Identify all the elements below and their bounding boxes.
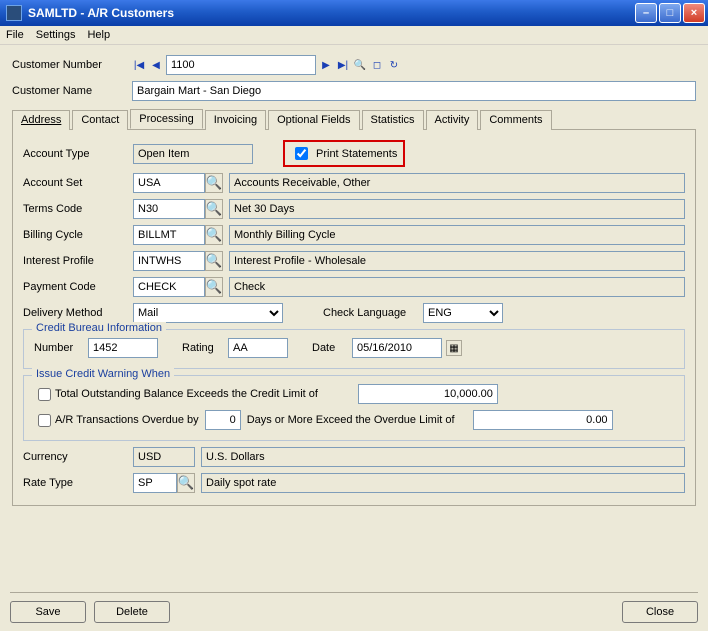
nav-first-icon[interactable]: |◀ (132, 58, 146, 72)
tab-activity[interactable]: Activity (426, 110, 479, 130)
print-statements-label: Print Statements (316, 148, 397, 160)
account-set-input[interactable] (133, 173, 205, 193)
tab-optional-fields[interactable]: Optional Fields (268, 110, 359, 130)
menu-settings[interactable]: Settings (36, 29, 76, 41)
overdue-limit-input[interactable] (473, 410, 613, 430)
customer-number-label: Customer Number (12, 59, 132, 71)
rate-type-desc (201, 473, 685, 493)
customer-name-input[interactable] (132, 81, 696, 101)
refresh-icon[interactable]: ↻ (387, 58, 401, 72)
close-window-button[interactable]: × (683, 3, 705, 23)
check-language-select[interactable]: ENG (423, 303, 503, 323)
print-statements-checkbox[interactable] (295, 147, 308, 160)
balance-exceeds-label: Total Outstanding Balance Exceeds the Cr… (55, 388, 318, 400)
check-language-label: Check Language (323, 307, 423, 319)
overdue-checkbox[interactable] (38, 414, 51, 427)
print-statements-highlight: Print Statements (283, 140, 405, 167)
tab-processing[interactable]: Processing (130, 109, 202, 129)
currency-desc (201, 447, 685, 467)
payment-code-desc (229, 277, 685, 297)
bureau-number-label: Number (34, 342, 88, 354)
save-button[interactable]: Save (10, 601, 86, 623)
terms-code-input[interactable] (133, 199, 205, 219)
credit-bureau-group: Credit Bureau Information Number Rating … (23, 329, 685, 369)
interest-profile-desc (229, 251, 685, 271)
rate-type-label: Rate Type (23, 477, 133, 489)
terms-code-finder-icon[interactable]: 🔍 (205, 199, 223, 219)
customer-name-label: Customer Name (12, 85, 132, 97)
tab-contact[interactable]: Contact (72, 110, 128, 130)
terms-code-label: Terms Code (23, 203, 133, 215)
calendar-icon[interactable]: ▦ (446, 340, 462, 356)
credit-warning-legend: Issue Credit Warning When (32, 368, 174, 380)
payment-code-input[interactable] (133, 277, 205, 297)
account-type-label: Account Type (23, 148, 133, 160)
delete-button[interactable]: Delete (94, 601, 170, 623)
overdue-suffix-label: Days or More Exceed the Overdue Limit of (247, 414, 455, 426)
menu-help[interactable]: Help (87, 29, 110, 41)
bureau-date-input[interactable] (352, 338, 442, 358)
bureau-number-input[interactable] (88, 338, 158, 358)
tab-address[interactable]: Address (12, 110, 70, 130)
currency-label: Currency (23, 451, 133, 463)
payment-code-label: Payment Code (23, 281, 133, 293)
app-icon (6, 5, 22, 21)
customer-name-row: Customer Name (12, 81, 696, 101)
payment-code-finder-icon[interactable]: 🔍 (205, 277, 223, 297)
delivery-method-select[interactable]: Mail (133, 303, 283, 323)
terms-code-desc (229, 199, 685, 219)
processing-page: Account Type Print Statements Account Se… (12, 130, 696, 506)
account-set-finder-icon[interactable]: 🔍 (205, 173, 223, 193)
rate-type-input[interactable] (133, 473, 177, 493)
account-set-desc (229, 173, 685, 193)
account-set-label: Account Set (23, 177, 133, 189)
credit-warning-group: Issue Credit Warning When Total Outstand… (23, 375, 685, 441)
customer-number-row: Customer Number |◀ ◀ ▶ ▶| 🔍 ◻ ↻ (12, 55, 696, 75)
minimize-button[interactable]: – (635, 3, 657, 23)
overdue-prefix-label: A/R Transactions Overdue by (55, 414, 199, 426)
client-area: Customer Number |◀ ◀ ▶ ▶| 🔍 ◻ ↻ Customer… (0, 45, 708, 631)
bureau-date-label: Date (312, 342, 352, 354)
billing-cycle-finder-icon[interactable]: 🔍 (205, 225, 223, 245)
bureau-rating-label: Rating (182, 342, 228, 354)
nav-next-icon[interactable]: ▶ (319, 58, 333, 72)
title-bar: SAMLTD - A/R Customers – □ × (0, 0, 708, 26)
balance-exceeds-checkbox[interactable] (38, 388, 51, 401)
new-icon[interactable]: ◻ (370, 58, 384, 72)
billing-cycle-desc (229, 225, 685, 245)
button-bar: Save Delete Close (10, 592, 698, 623)
billing-cycle-input[interactable] (133, 225, 205, 245)
currency-input (133, 447, 195, 467)
nav-prev-icon[interactable]: ◀ (149, 58, 163, 72)
window-title: SAMLTD - A/R Customers (28, 6, 635, 20)
interest-profile-input[interactable] (133, 251, 205, 271)
menu-file[interactable]: File (6, 29, 24, 41)
rate-type-finder-icon[interactable]: 🔍 (177, 473, 195, 493)
delivery-method-label: Delivery Method (23, 307, 133, 319)
nav-last-icon[interactable]: ▶| (336, 58, 350, 72)
tab-strip: Address Contact Processing Invoicing Opt… (12, 109, 696, 130)
maximize-button[interactable]: □ (659, 3, 681, 23)
billing-cycle-label: Billing Cycle (23, 229, 133, 241)
customer-number-input[interactable] (166, 55, 316, 75)
tab-invoicing[interactable]: Invoicing (205, 110, 266, 130)
credit-bureau-legend: Credit Bureau Information (32, 322, 166, 334)
bureau-rating-input[interactable] (228, 338, 288, 358)
balance-limit-input[interactable] (358, 384, 498, 404)
finder-icon[interactable]: 🔍 (353, 58, 367, 72)
interest-profile-label: Interest Profile (23, 255, 133, 267)
account-type-field[interactable] (133, 144, 253, 164)
tab-statistics[interactable]: Statistics (362, 110, 424, 130)
overdue-days-input[interactable] (205, 410, 241, 430)
close-button[interactable]: Close (622, 601, 698, 623)
tab-comments[interactable]: Comments (480, 110, 551, 130)
menu-bar: File Settings Help (0, 26, 708, 45)
interest-profile-finder-icon[interactable]: 🔍 (205, 251, 223, 271)
